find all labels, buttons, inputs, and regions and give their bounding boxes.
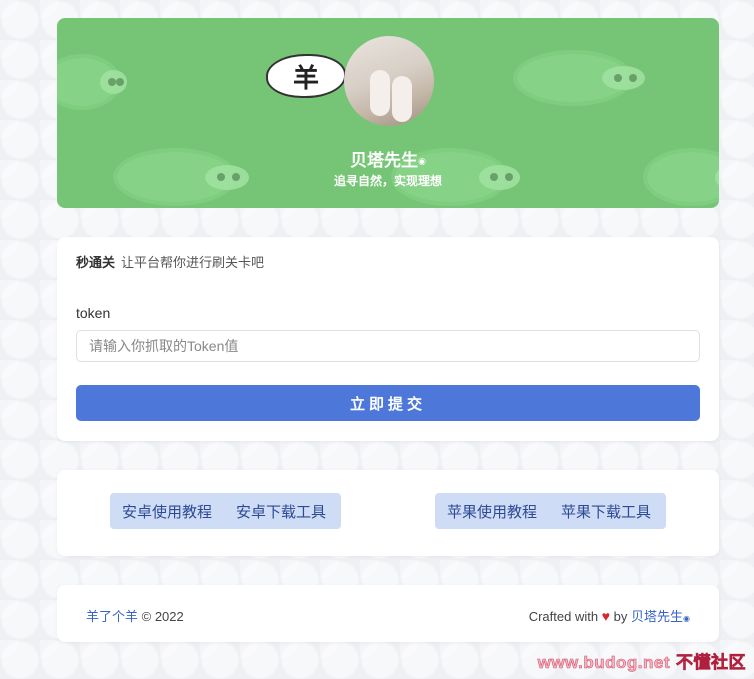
- crafted-text: Crafted with: [528, 609, 599, 624]
- form-subtitle: 让平台帮你进行刷关卡吧: [121, 255, 265, 270]
- sheep-decoration: [57, 58, 127, 106]
- android-tutorial-link[interactable]: 安卓使用教程: [110, 501, 224, 522]
- apple-tutorial-link[interactable]: 苹果使用教程: [435, 501, 549, 522]
- profile-motto: 追寻自然，实现理想: [333, 174, 442, 188]
- android-link-group: 安卓使用教程 安卓下载工具: [110, 493, 341, 529]
- token-form-card: 秒通关让平台帮你进行刷关卡吧 token 立即提交: [57, 237, 719, 441]
- heart-icon: ♥: [601, 608, 611, 624]
- verified-icon: ◉: [418, 156, 426, 167]
- android-download-link[interactable]: 安卓下载工具: [224, 501, 338, 522]
- form-title: 秒通关: [76, 255, 116, 270]
- footer: 羊了个羊 © 2022 Crafted with ♥ by 贝塔先生◉: [57, 585, 719, 642]
- watermark-label: 不懂社区: [676, 653, 746, 673]
- form-header: 秒通关 让平台帮你进行刷关卡吧: [76, 252, 264, 271]
- author-link[interactable]: 贝塔先生: [631, 609, 683, 624]
- token-input[interactable]: [76, 330, 700, 362]
- footer-credit: Crafted with ♥ by 贝塔先生◉: [529, 606, 690, 625]
- avatar: [344, 36, 434, 126]
- download-links-card: 安卓使用教程 安卓下载工具 苹果使用教程 苹果下载工具: [57, 470, 719, 556]
- profile-name-text: 贝塔先生: [350, 151, 419, 170]
- site-watermark: www.budog.net 不懂社区: [537, 648, 746, 673]
- submit-button[interactable]: 立即提交: [76, 385, 700, 421]
- apple-download-link[interactable]: 苹果下载工具: [549, 501, 663, 522]
- game-logo: 羊: [266, 54, 346, 98]
- token-label: token: [76, 305, 111, 321]
- by-text: by: [613, 609, 628, 624]
- footer-copyright: 羊了个羊 © 2022: [86, 606, 184, 625]
- game-logo-char: 羊: [292, 63, 319, 94]
- apple-link-group: 苹果使用教程 苹果下载工具: [435, 493, 666, 529]
- sheep-decoration: [517, 54, 645, 102]
- copyright-text: © 2022: [141, 609, 184, 624]
- author-verified-icon: ◉: [683, 614, 690, 623]
- watermark-url: www.budog.net: [537, 653, 670, 673]
- profile-banner: 羊 贝塔先生◉ 追寻自然，实现理想: [57, 18, 719, 208]
- profile-name: 贝塔先生◉: [57, 146, 719, 171]
- footer-brand-link[interactable]: 羊了个羊: [86, 609, 138, 624]
